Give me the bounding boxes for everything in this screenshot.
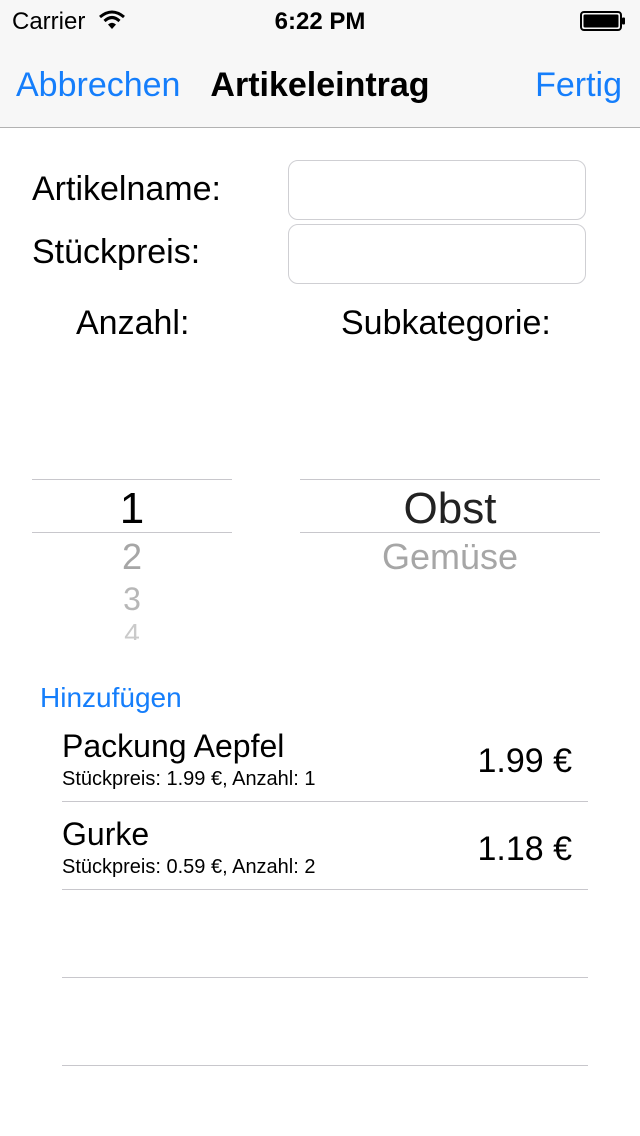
- quantity-label: Anzahl:: [76, 304, 190, 342]
- status-time: 6:22 PM: [274, 8, 366, 35]
- battery-icon: [580, 11, 625, 31]
- quantity-option[interactable]: 4: [32, 618, 232, 640]
- add-item-button[interactable]: Hinzufügen: [40, 682, 182, 714]
- empty-list-row: [62, 890, 588, 978]
- picker-selection-line-top: [300, 479, 600, 480]
- list-item[interactable]: Packung Aepfel Stückpreis: 1.99 €, Anzah…: [62, 714, 588, 802]
- item-name: Gurke: [62, 816, 150, 852]
- subcategory-option[interactable]: Gemüse: [300, 536, 600, 578]
- item-detail: Stückpreis: 0.59 €, Anzahl: 2: [62, 856, 316, 878]
- empty-list-row: [62, 978, 588, 1066]
- top-bar: Carrier 6:22 PM Abbrechen Artikeleintrag…: [0, 0, 640, 128]
- article-name-input[interactable]: [288, 160, 586, 220]
- subcategory-picker[interactable]: Obst Gemüse: [300, 440, 600, 600]
- done-button[interactable]: Fertig: [535, 66, 622, 105]
- article-name-label: Artikelname:: [32, 170, 221, 208]
- item-detail: Stückpreis: 1.99 €, Anzahl: 1: [62, 768, 316, 790]
- item-name: Packung Aepfel: [62, 728, 285, 764]
- item-list: Packung Aepfel Stückpreis: 1.99 €, Anzah…: [62, 714, 588, 1066]
- item-total: 1.18 €: [477, 830, 572, 868]
- quantity-option[interactable]: 3: [32, 581, 232, 618]
- status-bar: Carrier 6:22 PM: [0, 0, 640, 40]
- quantity-option[interactable]: 2: [32, 536, 232, 578]
- unit-price-input[interactable]: [288, 224, 586, 284]
- quantity-picker[interactable]: 1 2 3 4: [32, 440, 232, 640]
- navigation-bar: Abbrechen Artikeleintrag Fertig: [0, 40, 640, 128]
- subcategory-option-selected[interactable]: Obst: [300, 484, 600, 534]
- item-total: 1.99 €: [477, 742, 572, 780]
- list-item[interactable]: Gurke Stückpreis: 0.59 €, Anzahl: 2 1.18…: [62, 802, 588, 890]
- subcategory-label: Subkategorie:: [341, 304, 551, 342]
- quantity-option-selected[interactable]: 1: [32, 484, 232, 534]
- unit-price-label: Stückpreis:: [32, 233, 201, 271]
- picker-selection-line-top: [32, 479, 232, 480]
